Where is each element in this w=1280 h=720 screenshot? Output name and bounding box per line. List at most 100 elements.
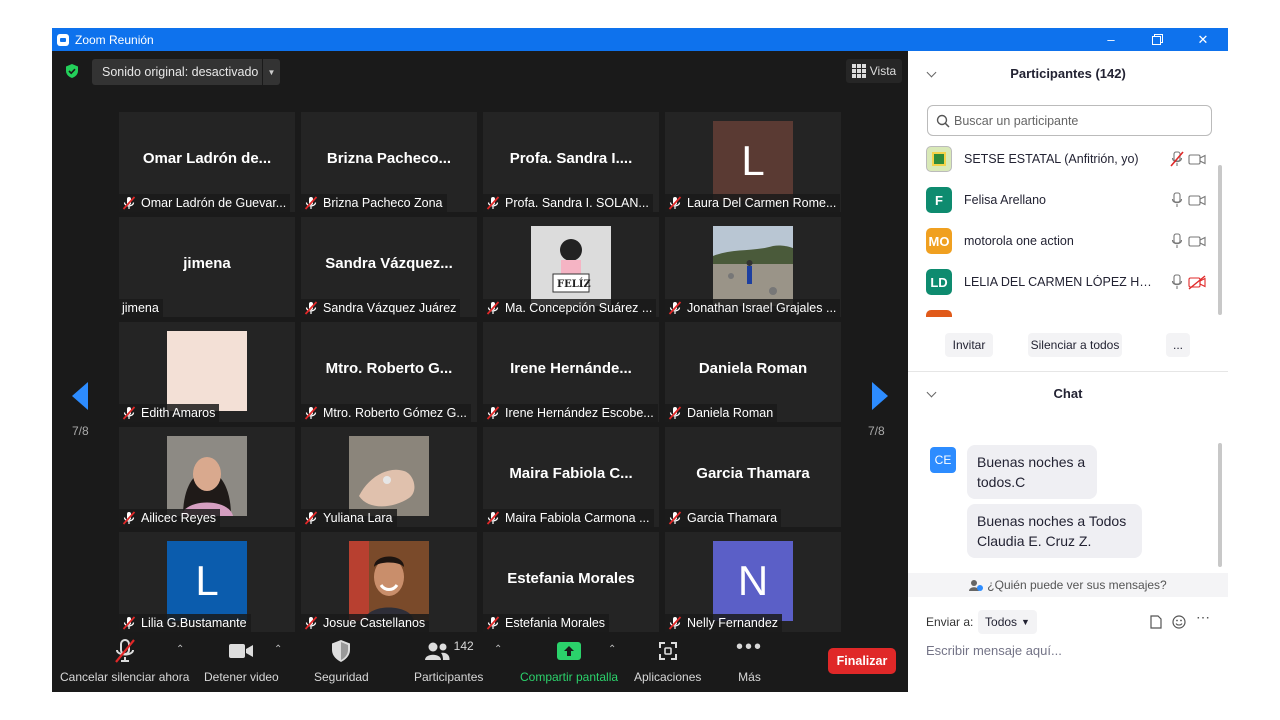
microphone-icon[interactable] bbox=[1168, 192, 1186, 208]
video-tile[interactable]: jimena jimena bbox=[119, 217, 295, 317]
restore-button[interactable] bbox=[1134, 28, 1180, 51]
participant-name-tag: Daniela Roman bbox=[665, 404, 778, 422]
participant-name: Yuliana Lara bbox=[323, 511, 393, 525]
video-camera-icon[interactable] bbox=[1188, 192, 1206, 208]
microphone-icon[interactable] bbox=[1168, 274, 1186, 290]
original-sound-label: Sonido original: desactivado bbox=[102, 65, 259, 79]
who-can-see-messages-link[interactable]: ¿Quién puede ver sus mensajes? bbox=[908, 573, 1228, 597]
collapse-chat-chevron-icon[interactable] bbox=[926, 387, 937, 398]
video-off-icon[interactable] bbox=[1188, 274, 1206, 290]
close-button[interactable]: ✕ bbox=[1180, 28, 1226, 51]
video-stage: Sonido original: desactivado ▼ Vista 7/8… bbox=[52, 51, 908, 692]
video-tile[interactable]: Garcia Thamara Garcia Thamara bbox=[665, 427, 841, 527]
chat-message: Buenas noches a Todos Claudia E. Cruz Z. bbox=[967, 504, 1142, 558]
video-tile[interactable]: L Lilia G.Bustamante bbox=[119, 532, 295, 632]
participants-button[interactable]: 142 Participantes bbox=[414, 636, 483, 684]
muted-microphone-icon bbox=[304, 511, 318, 525]
video-tile[interactable]: Edith Amaros bbox=[119, 322, 295, 422]
apps-button[interactable]: Aplicaciones bbox=[634, 636, 701, 684]
previous-page-arrow-icon[interactable] bbox=[70, 381, 90, 411]
participants-options-caret-icon[interactable]: ⌃ bbox=[494, 644, 502, 655]
video-camera-icon bbox=[229, 644, 254, 658]
participant-video bbox=[349, 541, 429, 621]
participants-more-button[interactable]: ... bbox=[1166, 333, 1190, 357]
meeting-toolbar: Cancelar silenciar ahora ⌃ Detener video… bbox=[52, 634, 908, 692]
participant-name: LELIA DEL CARMEN LÓPEZ HUE... bbox=[964, 275, 1160, 289]
audio-options-caret-icon[interactable]: ⌃ bbox=[176, 644, 184, 655]
video-tile[interactable]: Yuliana Lara bbox=[301, 427, 477, 527]
video-tile[interactable]: Irene Hernánde... Irene Hernández Escobe.… bbox=[483, 322, 659, 422]
video-tile[interactable]: Daniela Roman Daniela Roman bbox=[665, 322, 841, 422]
unmute-button[interactable]: Cancelar silenciar ahora bbox=[60, 636, 189, 684]
participants-label: Participantes bbox=[414, 670, 484, 684]
participant-name-tag: Jonathan Israel Grajales ... bbox=[665, 299, 841, 317]
video-tile[interactable]: Jonathan Israel Grajales ... bbox=[665, 217, 841, 317]
participant-display-name: Sandra Vázquez... bbox=[325, 255, 453, 272]
mute-all-button[interactable]: Silenciar a todos bbox=[1028, 333, 1122, 357]
participant-display-name: jimena bbox=[183, 255, 231, 272]
chat-more-icon[interactable]: ⋯ bbox=[1196, 609, 1210, 626]
participant-name: Maira Fabiola Carmona ... bbox=[505, 511, 650, 525]
participant-row[interactable]: F Felisa Arellano bbox=[926, 180, 1216, 220]
original-sound-toggle[interactable]: Sonido original: desactivado ▼ bbox=[92, 59, 280, 85]
emoji-icon[interactable] bbox=[1172, 615, 1186, 629]
participants-icon bbox=[424, 642, 450, 660]
collapse-participants-chevron-icon[interactable] bbox=[926, 67, 937, 78]
participant-row[interactable]: MO motorola one action bbox=[926, 221, 1216, 261]
video-tile[interactable]: Mtro. Roberto G... Mtro. Roberto Gómez G.… bbox=[301, 322, 477, 422]
participant-name-tag: Laura Del Carmen Rome... bbox=[665, 194, 841, 212]
next-page-arrow-icon[interactable] bbox=[870, 381, 890, 411]
muted-microphone-icon bbox=[486, 511, 500, 525]
end-meeting-button[interactable]: Finalizar bbox=[828, 648, 896, 674]
share-options-caret-icon[interactable]: ⌃ bbox=[608, 644, 616, 655]
share-screen-icon bbox=[557, 642, 582, 660]
view-label: Vista bbox=[869, 64, 897, 78]
share-screen-button[interactable]: Compartir pantalla bbox=[520, 636, 618, 684]
muted-microphone-icon bbox=[304, 301, 318, 315]
security-button[interactable]: Seguridad bbox=[314, 636, 369, 684]
participant-name-tag: jimena bbox=[119, 299, 163, 317]
participant-video bbox=[167, 331, 247, 411]
video-tile[interactable]: N Nelly Fernandez bbox=[665, 532, 841, 632]
participant-name: jimena bbox=[122, 301, 159, 315]
participant-name: Mtro. Roberto Gómez G... bbox=[323, 406, 467, 420]
minimize-button[interactable]: – bbox=[1088, 28, 1134, 51]
video-tile[interactable]: Maira Fabiola C... Maira Fabiola Carmona … bbox=[483, 427, 659, 527]
video-tile[interactable]: Omar Ladrón de... Omar Ladrón de Guevar..… bbox=[119, 112, 295, 212]
chevron-down-icon[interactable]: ▼ bbox=[262, 59, 280, 85]
video-tile[interactable]: Brizna Pacheco... Brizna Pacheco Zona bbox=[301, 112, 477, 212]
video-tile[interactable]: L Laura Del Carmen Rome... bbox=[665, 112, 841, 212]
chat-message-input[interactable]: Escribir mensaje aquí... bbox=[926, 643, 1062, 658]
video-tile[interactable]: Ailicec Reyes bbox=[119, 427, 295, 527]
video-camera-icon[interactable] bbox=[1188, 233, 1206, 249]
participant-name-tag: Profa. Sandra I. SOLAN... bbox=[483, 194, 653, 212]
participants-scrollbar[interactable] bbox=[1218, 165, 1222, 315]
participant-row[interactable]: SETSE ESTATAL (Anfitrión, yo) bbox=[926, 139, 1216, 179]
participant-row[interactable] bbox=[926, 303, 1216, 317]
more-button[interactable]: ••• Más bbox=[736, 636, 763, 685]
send-to-select[interactable]: Todos ▼ bbox=[978, 610, 1037, 634]
participant-row[interactable]: LD LELIA DEL CARMEN LÓPEZ HUE... bbox=[926, 262, 1216, 302]
muted-microphone-icon bbox=[668, 616, 682, 630]
participant-name-tag: Maira Fabiola Carmona ... bbox=[483, 509, 654, 527]
file-icon[interactable] bbox=[1150, 615, 1162, 629]
participant-name: Garcia Thamara bbox=[687, 511, 778, 525]
stop-video-button[interactable]: Detener video bbox=[204, 636, 279, 684]
microphone-icon[interactable] bbox=[1168, 233, 1186, 249]
video-tile[interactable]: Profa. Sandra I.... Profa. Sandra I. SOLA… bbox=[483, 112, 659, 212]
video-camera-icon[interactable] bbox=[1188, 151, 1206, 167]
chat-scrollbar[interactable] bbox=[1218, 443, 1222, 567]
video-tile[interactable]: Josue Castellanos bbox=[301, 532, 477, 632]
muted-microphone-icon[interactable] bbox=[1168, 151, 1186, 167]
muted-microphone-icon bbox=[486, 301, 500, 315]
view-button[interactable]: Vista bbox=[846, 59, 902, 83]
video-tile[interactable]: Estefania Morales Estefania Morales bbox=[483, 532, 659, 632]
video-tile[interactable]: FELÍZ Ma. Concepción Suárez ... bbox=[483, 217, 659, 317]
participant-name: Lilia G.Bustamante bbox=[141, 616, 247, 630]
video-tile[interactable]: Sandra Vázquez... Sandra Vázquez Juárez bbox=[301, 217, 477, 317]
invite-button[interactable]: Invitar bbox=[945, 333, 993, 357]
participant-search-input[interactable]: Buscar un participante bbox=[927, 105, 1212, 136]
stop-video-label: Detener video bbox=[204, 670, 279, 684]
video-options-caret-icon[interactable]: ⌃ bbox=[274, 644, 282, 655]
encryption-shield-icon[interactable] bbox=[64, 63, 80, 79]
